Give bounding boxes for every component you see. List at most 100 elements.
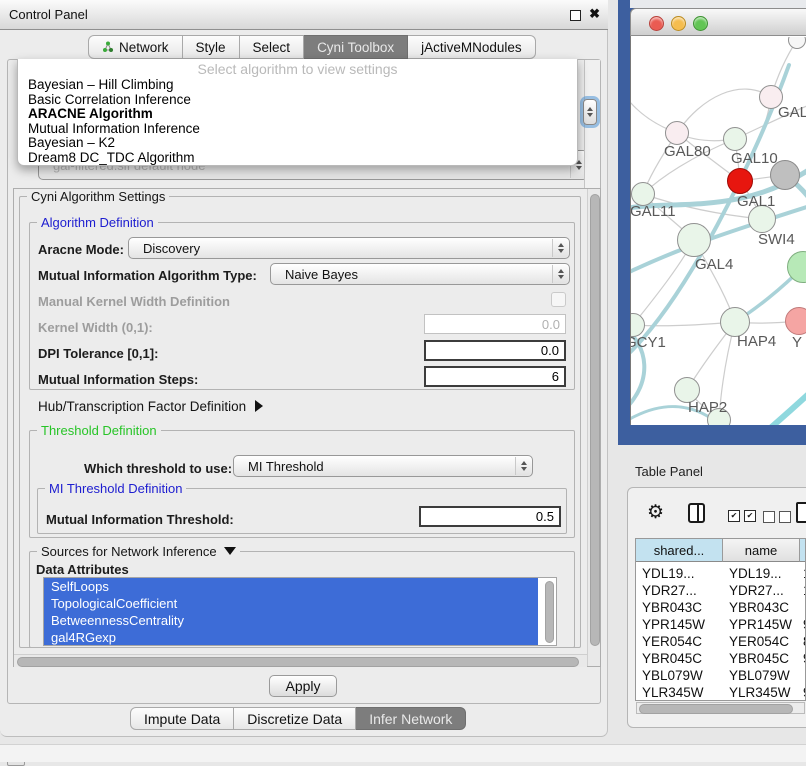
focused-combo-stepper[interactable] — [583, 99, 597, 125]
control-panel-window: Control Panel ✖ Network Style Select Cyn… — [0, 0, 608, 737]
mi-type-label: Mutual Information Algorithm Type: — [38, 268, 257, 283]
collapse-arrow-icon[interactable] — [224, 547, 236, 555]
dropdown-item[interactable]: Bayesian – Hill Climbing — [18, 78, 577, 93]
node-label: GAL80 — [664, 143, 711, 160]
network-canvas[interactable]: GAL GAL80 GAL10 GAL1 GAL11 SWI4 GAL4 GCY… — [631, 37, 806, 425]
mi-threshold-field[interactable]: 0.5 — [419, 506, 561, 527]
node-label: HAP2 — [688, 399, 727, 416]
table-row[interactable]: YBR045CYBR045C9. — [636, 650, 806, 667]
dropdown-item[interactable]: Mutual Information Inference — [18, 122, 577, 137]
combo-stepper-icon — [552, 265, 568, 283]
dropdown-item-selected[interactable]: ARACNE Algorithm — [18, 107, 577, 122]
network-node-selected[interactable] — [727, 168, 753, 194]
node-table[interactable]: shared... name YDL19...YDL19...13 YDR27.… — [635, 538, 806, 701]
tab-discretize-data[interactable]: Discretize Data — [234, 707, 356, 730]
table-row[interactable]: YER054CYER054C8. — [636, 633, 806, 650]
table-panel-title: Table Panel — [635, 464, 703, 479]
tab-select[interactable]: Select — [240, 35, 305, 59]
table-row[interactable]: YDR27...YDR27...12 — [636, 582, 806, 599]
list-item[interactable]: SelfLoops — [44, 578, 538, 595]
unchecked-boxes-icon[interactable] — [763, 511, 791, 523]
algorithm-dropdown-list: Select algorithm to view settings Bayesi… — [17, 59, 578, 166]
node-label: GAL10 — [731, 150, 778, 167]
aracne-mode-label: Aracne Mode: — [38, 242, 124, 257]
network-node[interactable] — [665, 121, 689, 145]
checked-boxes-icon[interactable]: ✔✔ — [728, 510, 756, 522]
node-label: GCY1 — [631, 334, 666, 351]
list-scrollbar-thumb[interactable] — [545, 581, 554, 643]
gear-icon[interactable]: ⚙ — [647, 501, 664, 524]
tab-cyni-toolbox[interactable]: Cyni Toolbox — [304, 35, 408, 59]
table-horizontal-scrollbar[interactable] — [636, 702, 805, 714]
settings-vertical-scrollbar[interactable] — [587, 189, 600, 666]
dropdown-item[interactable]: Bayesian – K2 — [18, 136, 577, 151]
tab-network[interactable]: Network — [88, 35, 183, 59]
table-row[interactable]: YBR043CYBR043C — [636, 599, 806, 616]
expand-arrow-icon[interactable] — [255, 400, 263, 412]
network-node[interactable] — [677, 223, 711, 257]
mi-steps-field[interactable]: 6 — [424, 366, 566, 387]
float-window-icon[interactable] — [570, 10, 581, 21]
combo-stepper-icon — [515, 457, 531, 475]
network-window-titlebar[interactable] — [630, 8, 806, 36]
list-item[interactable]: BetweennessCentrality — [44, 612, 538, 629]
data-attributes-list[interactable]: SelfLoops TopologicalCoefficient Between… — [43, 577, 557, 646]
group-title: MI Threshold Definition — [45, 481, 186, 496]
column-header-name[interactable]: name — [723, 539, 800, 562]
kernel-width-field[interactable]: 0.0 — [424, 314, 566, 334]
mi-type-combo[interactable]: Naive Bayes — [270, 263, 570, 285]
close-icon[interactable]: ✖ — [589, 6, 600, 22]
sources-group-title[interactable]: Sources for Network Inference — [37, 544, 240, 559]
tab-jactivemnodules[interactable]: jActiveMNodules — [408, 35, 536, 59]
node-label: GAL1 — [737, 193, 775, 210]
hub-definition-section[interactable]: Hub/Transcription Factor Definition — [38, 399, 263, 414]
group-title: Algorithm Definition — [37, 215, 158, 230]
tab-infer-network[interactable]: Infer Network — [356, 707, 466, 730]
apply-button[interactable]: Apply — [269, 675, 337, 697]
aracne-mode-combo[interactable]: Discovery — [128, 237, 570, 259]
column-header-partial[interactable] — [800, 539, 806, 562]
tab-impute-data[interactable]: Impute Data — [130, 707, 234, 730]
document-icon[interactable] — [796, 502, 806, 523]
minimize-traffic-icon[interactable] — [671, 16, 686, 31]
top-tab-bar: Network Style Select Cyni Toolbox jActiv… — [88, 35, 536, 59]
which-threshold-label: Which threshold to use: — [84, 461, 232, 476]
manual-kernel-label: Manual Kernel Width Definition — [38, 294, 230, 309]
network-node[interactable] — [785, 307, 806, 335]
kernel-width-label: Kernel Width (0,1): — [38, 320, 153, 335]
column-header-shared-name[interactable]: shared... — [636, 539, 723, 562]
dropdown-item[interactable]: Dream8 DC_TDC Algorithm — [18, 151, 577, 166]
scrollbar-thumb[interactable] — [590, 194, 600, 646]
table-row[interactable]: YPR145WYPR145W9. — [636, 616, 806, 633]
table-row[interactable]: YDL19...YDL19...13 — [636, 565, 806, 582]
dpi-tolerance-field[interactable]: 0.0 — [424, 340, 566, 361]
mi-steps-label: Mutual Information Steps: — [38, 372, 198, 387]
list-item[interactable]: gal4RGexp — [44, 629, 538, 646]
network-icon — [102, 41, 114, 53]
group-title: Cyni Algorithm Settings — [27, 189, 169, 204]
node-label: SWI4 — [758, 231, 795, 248]
tab-style[interactable]: Style — [183, 35, 240, 59]
node-label: GAL — [778, 104, 806, 121]
mi-threshold-label: Mutual Information Threshold: — [46, 512, 234, 527]
network-node[interactable] — [723, 127, 747, 151]
combo-stepper-icon — [552, 239, 568, 257]
manual-kernel-checkbox[interactable] — [551, 292, 566, 307]
which-threshold-combo[interactable]: MI Threshold — [233, 455, 533, 477]
bottom-tab-bar: Impute Data Discretize Data Infer Networ… — [130, 707, 466, 730]
node-label: Y — [792, 334, 802, 351]
data-attributes-label: Data Attributes — [36, 562, 129, 577]
node-label: GAL4 — [695, 256, 733, 273]
scrollbar-thumb[interactable] — [17, 657, 579, 667]
split-pane-icon[interactable] — [688, 503, 705, 523]
status-strip — [0, 744, 806, 762]
settings-horizontal-scrollbar[interactable] — [14, 654, 587, 667]
group-title: Threshold Definition — [37, 423, 161, 438]
list-item[interactable]: TopologicalCoefficient — [44, 595, 538, 612]
table-row[interactable]: YBL079WYBL079W — [636, 667, 806, 684]
close-traffic-icon[interactable] — [649, 16, 664, 31]
table-row[interactable]: YIL052CYIL052C9 — [636, 695, 806, 701]
scrollbar-thumb[interactable] — [639, 704, 793, 714]
dropdown-item[interactable]: Basic Correlation Inference — [18, 93, 577, 108]
zoom-traffic-icon[interactable] — [693, 16, 708, 31]
